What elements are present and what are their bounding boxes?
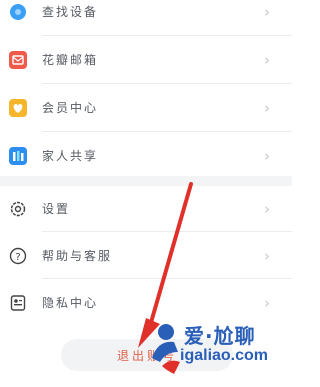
menu-item-label: 隐私中心 [42,296,99,310]
menu-item-find-device[interactable]: 查找设备 › [0,0,292,35]
menu-item-label: 花瓣邮箱 [42,53,99,67]
chevron-right-icon: › [264,98,270,117]
chevron-right-icon: › [264,246,270,265]
menu-item-label: 设置 [42,202,71,216]
watermark-title: 爱·尬聊 [184,324,256,348]
chevron-right-icon: › [264,199,270,218]
svg-text:?: ? [15,252,20,263]
gear-icon [7,198,28,219]
mail-icon [7,49,28,70]
chevron-right-icon: › [264,2,270,21]
privacy-id-icon [7,292,28,313]
menu-item-settings[interactable]: 设置 › [0,185,292,232]
watermark-url: igaliao.com [180,347,269,364]
chevron-right-icon: › [264,293,270,312]
menu-item-mailbox[interactable]: 花瓣邮箱 › [0,36,292,83]
member-heart-icon [7,97,28,118]
find-device-icon [7,1,28,22]
menu-item-label: 会员中心 [42,101,99,115]
menu-item-label: 家人共享 [42,149,99,163]
account-menu-page: 查找设备 › 花瓣邮箱 › 会员中心 › 家人共享 › 设置 › ? 帮助与客服… [0,0,292,387]
family-share-icon [7,145,28,166]
menu-item-member-center[interactable]: 会员中心 › [0,84,292,131]
menu-item-family-share[interactable]: 家人共享 › [0,132,292,179]
menu-item-label: 查找设备 [42,5,99,19]
chevron-right-icon: › [264,50,270,69]
menu-item-label: 帮助与客服 [42,249,113,263]
chevron-right-icon: › [264,146,270,165]
help-icon: ? [7,245,28,266]
menu-item-help[interactable]: ? 帮助与客服 › [0,232,292,279]
